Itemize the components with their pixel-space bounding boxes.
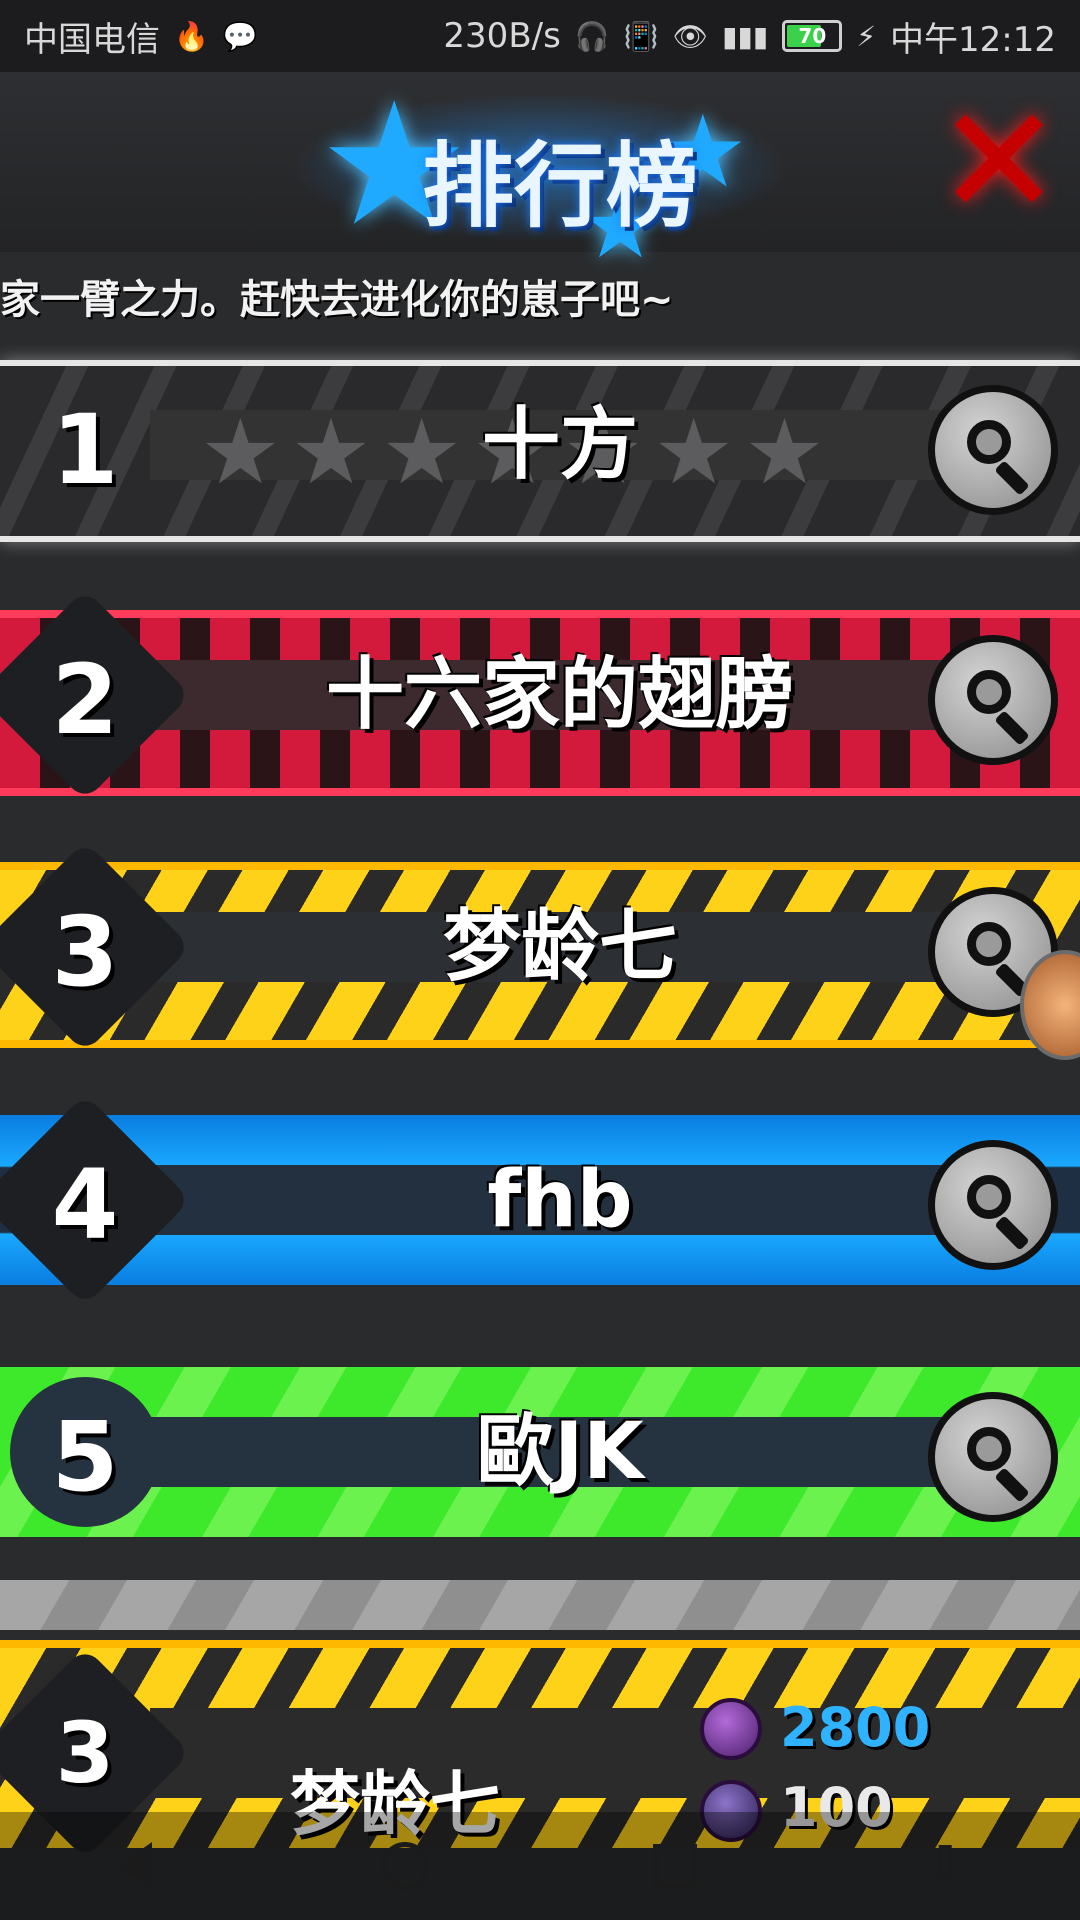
vibrate-icon: 📳 bbox=[623, 19, 659, 53]
leaderboard-row-3[interactable]: 3 梦龄七 bbox=[0, 840, 1080, 1054]
player-name: 十方 bbox=[481, 400, 638, 490]
charging-icon: ⚡ bbox=[856, 19, 877, 53]
list-divider bbox=[0, 1580, 1080, 1630]
flame-icon: 🔥 bbox=[174, 19, 209, 53]
back-button[interactable] bbox=[95, 1826, 175, 1906]
clock: 中午12:12 bbox=[890, 19, 1056, 60]
search-button[interactable] bbox=[928, 1140, 1058, 1270]
wechat-icon: 💬 bbox=[222, 19, 258, 53]
leaderboard-row-5[interactable]: 5 歐JK bbox=[0, 1347, 1080, 1557]
magnifier-icon bbox=[967, 922, 1011, 966]
leaderboard-row-4[interactable]: 4 fhb bbox=[0, 1093, 1080, 1307]
gem-icon bbox=[700, 1698, 762, 1760]
magnifier-icon bbox=[967, 1175, 1011, 1219]
pull-down-icon: ⇩ bbox=[923, 1836, 967, 1896]
carrier-label: 中国电信 bbox=[24, 19, 160, 60]
player-name: 十六家的翅膀 bbox=[325, 650, 794, 740]
my-rank-number: 3 bbox=[55, 1704, 115, 1802]
recents-button[interactable] bbox=[635, 1826, 715, 1906]
magnifier-icon bbox=[967, 670, 1011, 714]
status-bar: 中国电信 🔥 💬 230B/s 🎧 📳 👁 ▮▮▮ 70 ⚡ 中午12:12 bbox=[0, 0, 1080, 72]
home-icon bbox=[381, 1842, 429, 1890]
player-name: 歐JK bbox=[476, 1407, 644, 1497]
close-icon[interactable]: ✕ bbox=[936, 87, 1062, 237]
leaderboard-row-1[interactable]: ★★★★★★★ 1 十方 bbox=[0, 340, 1080, 550]
search-button[interactable] bbox=[928, 635, 1058, 765]
magnifier-icon bbox=[967, 1427, 1011, 1471]
eye-icon: 👁 bbox=[672, 19, 709, 53]
system-nav-bar: ⇩ bbox=[0, 1812, 1080, 1920]
player-name: 梦龄七 bbox=[442, 902, 677, 992]
rank-number: 5 bbox=[51, 1401, 119, 1513]
battery-icon: 70 bbox=[782, 20, 843, 52]
player-name: fhb bbox=[487, 1155, 633, 1245]
net-speed: 230B/s bbox=[443, 16, 561, 56]
search-button[interactable] bbox=[928, 1392, 1058, 1522]
rank-number: 2 bbox=[51, 644, 119, 756]
magnifier-icon bbox=[967, 420, 1011, 464]
page-title: 排行榜 bbox=[421, 133, 698, 240]
rank-number: 4 bbox=[51, 1149, 119, 1261]
leaderboard-row-2[interactable]: 2 十六家的翅膀 bbox=[0, 588, 1080, 802]
home-button[interactable] bbox=[365, 1826, 445, 1906]
headphones-icon: 🎧 bbox=[574, 19, 610, 53]
currency-amount-1: 2800 bbox=[780, 1696, 931, 1759]
rank-number: 1 bbox=[51, 394, 119, 506]
header: ★ ★ ★ 排行榜 ✕ bbox=[0, 72, 1080, 272]
signal-icon: ▮▮▮ bbox=[722, 19, 769, 53]
back-icon bbox=[118, 1842, 152, 1890]
notification-pull-button[interactable]: ⇩ bbox=[905, 1826, 985, 1906]
rank-number: 3 bbox=[51, 896, 119, 1008]
marquee-text: 家一臂之力。赶快去进化你的崽子吧~ bbox=[0, 277, 674, 323]
recents-icon bbox=[653, 1844, 697, 1888]
search-button[interactable] bbox=[928, 385, 1058, 515]
